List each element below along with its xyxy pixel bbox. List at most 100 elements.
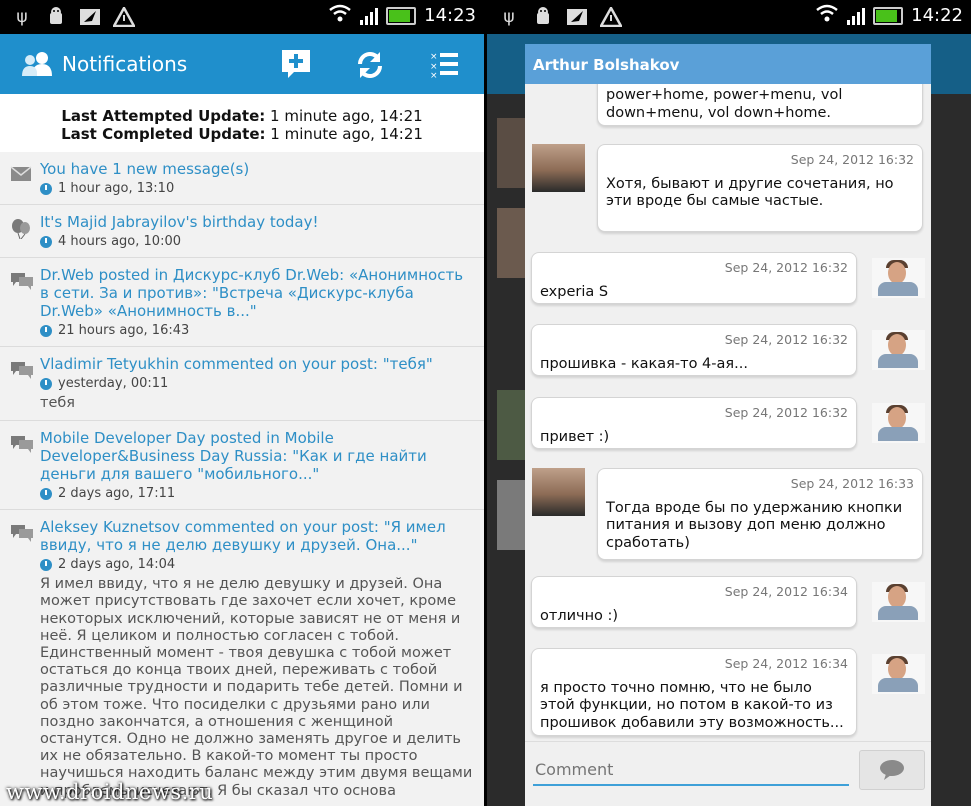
add-post-icon[interactable] bbox=[280, 48, 312, 84]
refresh-icon[interactable] bbox=[355, 50, 385, 84]
message-text: Тогда вроде бы по удержанию кнопки питан… bbox=[606, 499, 903, 551]
action-bar: Notifications × × × bbox=[0, 34, 484, 94]
notification-time: 1 hour ago, 13:10 bbox=[58, 181, 175, 196]
message-time: Sep 24, 2012 16:33 bbox=[790, 476, 914, 491]
avatar bbox=[872, 258, 925, 298]
clock-icon bbox=[40, 558, 52, 571]
attempted-value: 1 minute ago, 14:21 bbox=[265, 107, 423, 125]
usb-icon: ψ bbox=[16, 7, 28, 27]
comments-icon bbox=[10, 435, 33, 454]
notification-title[interactable]: Dr.Web posted in Дискурс-клуб Dr.Web: «А… bbox=[40, 266, 474, 320]
message-text: прошивка - какая-то 4-ая... bbox=[540, 355, 748, 372]
signal-icon bbox=[360, 7, 379, 25]
message-time: Sep 24, 2012 16:34 bbox=[724, 656, 848, 671]
background-thumbnail bbox=[497, 390, 525, 460]
message-time: Sep 24, 2012 16:32 bbox=[790, 152, 914, 167]
notifications-screen: ψ 14:23 Notifications × × × Last Attempt… bbox=[0, 0, 484, 806]
conversation-screen: ψ 14:22 Arthur Bolshakov power+home, pow… bbox=[487, 0, 971, 806]
message-bubble: Sep 24, 2012 16:32 experia S bbox=[531, 252, 857, 304]
feather-icon bbox=[565, 6, 589, 28]
conversation-dialog: Arthur Bolshakov power+home, power+menu,… bbox=[525, 44, 931, 806]
notification-title[interactable]: It's Majid Jabrayilov's birthday today! bbox=[40, 213, 474, 231]
notification-item[interactable]: You have 1 new message(s) 1 hour ago, 13… bbox=[0, 152, 484, 205]
update-status: Last Attempted Update: 1 minute ago, 14:… bbox=[0, 94, 484, 152]
notification-item[interactable]: Vladimir Tetyukhin commented on your pos… bbox=[0, 347, 484, 422]
notification-body: тебя bbox=[40, 395, 76, 411]
comments-icon bbox=[10, 272, 33, 290]
notification-body: Я имел ввиду, что я не делю девушку и др… bbox=[40, 576, 477, 799]
battery-icon bbox=[873, 6, 904, 25]
notification-list[interactable]: You have 1 new message(s) 1 hour ago, 13… bbox=[0, 152, 484, 806]
message-bubble: Sep 24, 2012 16:34 я просто точно помню,… bbox=[531, 648, 857, 736]
notification-time: 21 hours ago, 16:43 bbox=[58, 323, 190, 338]
svg-text:×: × bbox=[430, 71, 438, 78]
send-button[interactable] bbox=[859, 750, 925, 790]
envelope-icon bbox=[10, 166, 32, 184]
message-time: Sep 24, 2012 16:32 bbox=[724, 332, 848, 347]
avatar bbox=[532, 144, 585, 192]
completed-label: Last Completed Update: bbox=[61, 125, 266, 143]
message-list[interactable]: power+home, power+menu, vol down+menu, v… bbox=[525, 84, 931, 742]
message-text: отлично :) bbox=[540, 607, 619, 624]
message-bubble: Sep 24, 2012 16:32 привет :) bbox=[531, 397, 857, 449]
notification-title[interactable]: Aleksey Kuznetsov commented on your post… bbox=[40, 518, 474, 554]
clock-icon bbox=[40, 377, 52, 390]
notification-item[interactable]: It's Majid Jabrayilov's birthday today! … bbox=[0, 205, 484, 258]
message-bubble: power+home, power+menu, vol down+menu, v… bbox=[597, 84, 923, 126]
background-thumbnail bbox=[497, 118, 525, 188]
comments-icon bbox=[10, 524, 33, 543]
page-title: Notifications bbox=[62, 52, 188, 76]
message-time: Sep 24, 2012 16:32 bbox=[724, 405, 848, 420]
usb-icon: ψ bbox=[503, 7, 515, 27]
comment-input[interactable] bbox=[533, 754, 849, 786]
clock-icon bbox=[40, 487, 52, 500]
notification-time: yesterday, 00:11 bbox=[58, 376, 169, 391]
warning-icon bbox=[599, 6, 623, 28]
background-thumbnail bbox=[497, 208, 525, 278]
compose-bar bbox=[525, 741, 931, 806]
notification-item[interactable]: Mobile Developer Day posted in Mobile De… bbox=[0, 421, 484, 511]
background-thumbnail bbox=[497, 480, 525, 550]
clock-icon bbox=[40, 182, 52, 195]
speech-bubble-icon bbox=[879, 759, 905, 785]
battery-icon bbox=[386, 6, 417, 25]
message-text: experia S bbox=[540, 283, 609, 300]
list-icon[interactable]: × × × bbox=[430, 50, 460, 82]
avatar bbox=[872, 654, 925, 694]
message-time: Sep 24, 2012 16:32 bbox=[724, 260, 848, 275]
message-time: Sep 24, 2012 16:34 bbox=[724, 584, 848, 599]
dialog-title: Arthur Bolshakov bbox=[525, 44, 931, 84]
balloons-icon bbox=[10, 219, 32, 240]
avatar bbox=[872, 582, 925, 622]
clock-icon bbox=[40, 235, 52, 248]
signal-icon bbox=[847, 7, 866, 25]
message-bubble: Sep 24, 2012 16:32 прошивка - какая-то 4… bbox=[531, 324, 857, 376]
svg-text:×: × bbox=[430, 52, 438, 62]
android-debug-icon bbox=[531, 6, 555, 28]
status-time: 14:23 bbox=[424, 5, 476, 26]
notification-time: 2 days ago, 17:11 bbox=[58, 486, 176, 502]
notification-title[interactable]: Vladimir Tetyukhin commented on your pos… bbox=[40, 355, 474, 373]
avatar bbox=[532, 468, 585, 516]
status-bar: ψ 14:23 bbox=[0, 0, 484, 34]
friends-icon[interactable] bbox=[20, 50, 54, 82]
clock-icon bbox=[40, 324, 52, 337]
status-time: 14:22 bbox=[911, 5, 963, 26]
avatar bbox=[872, 330, 925, 370]
message-bubble: Sep 24, 2012 16:34 отлично :) bbox=[531, 576, 857, 628]
message-text: я просто точно помню, что не было этой ф… bbox=[540, 679, 844, 731]
message-text: Хотя, бывают и другие сочетания, но эти … bbox=[606, 175, 894, 210]
avatar bbox=[872, 403, 925, 443]
feather-icon bbox=[78, 6, 102, 28]
notification-title[interactable]: You have 1 new message(s) bbox=[40, 160, 474, 178]
warning-icon bbox=[112, 6, 136, 28]
watermark: www.droidnews.ru bbox=[6, 780, 214, 804]
notification-time: 2 days ago, 14:04 bbox=[58, 557, 176, 573]
message-text: power+home, power+menu, vol down+menu, v… bbox=[606, 87, 843, 121]
notification-item[interactable]: Aleksey Kuznetsov commented on your post… bbox=[0, 510, 484, 806]
message-bubble: Sep 24, 2012 16:33 Тогда вроде бы по уде… bbox=[597, 468, 923, 560]
status-bar: ψ 14:22 bbox=[487, 0, 971, 34]
notification-item[interactable]: Dr.Web posted in Дискурс-клуб Dr.Web: «А… bbox=[0, 258, 484, 347]
wifi-icon bbox=[328, 4, 352, 27]
notification-title[interactable]: Mobile Developer Day posted in Mobile De… bbox=[40, 429, 474, 483]
